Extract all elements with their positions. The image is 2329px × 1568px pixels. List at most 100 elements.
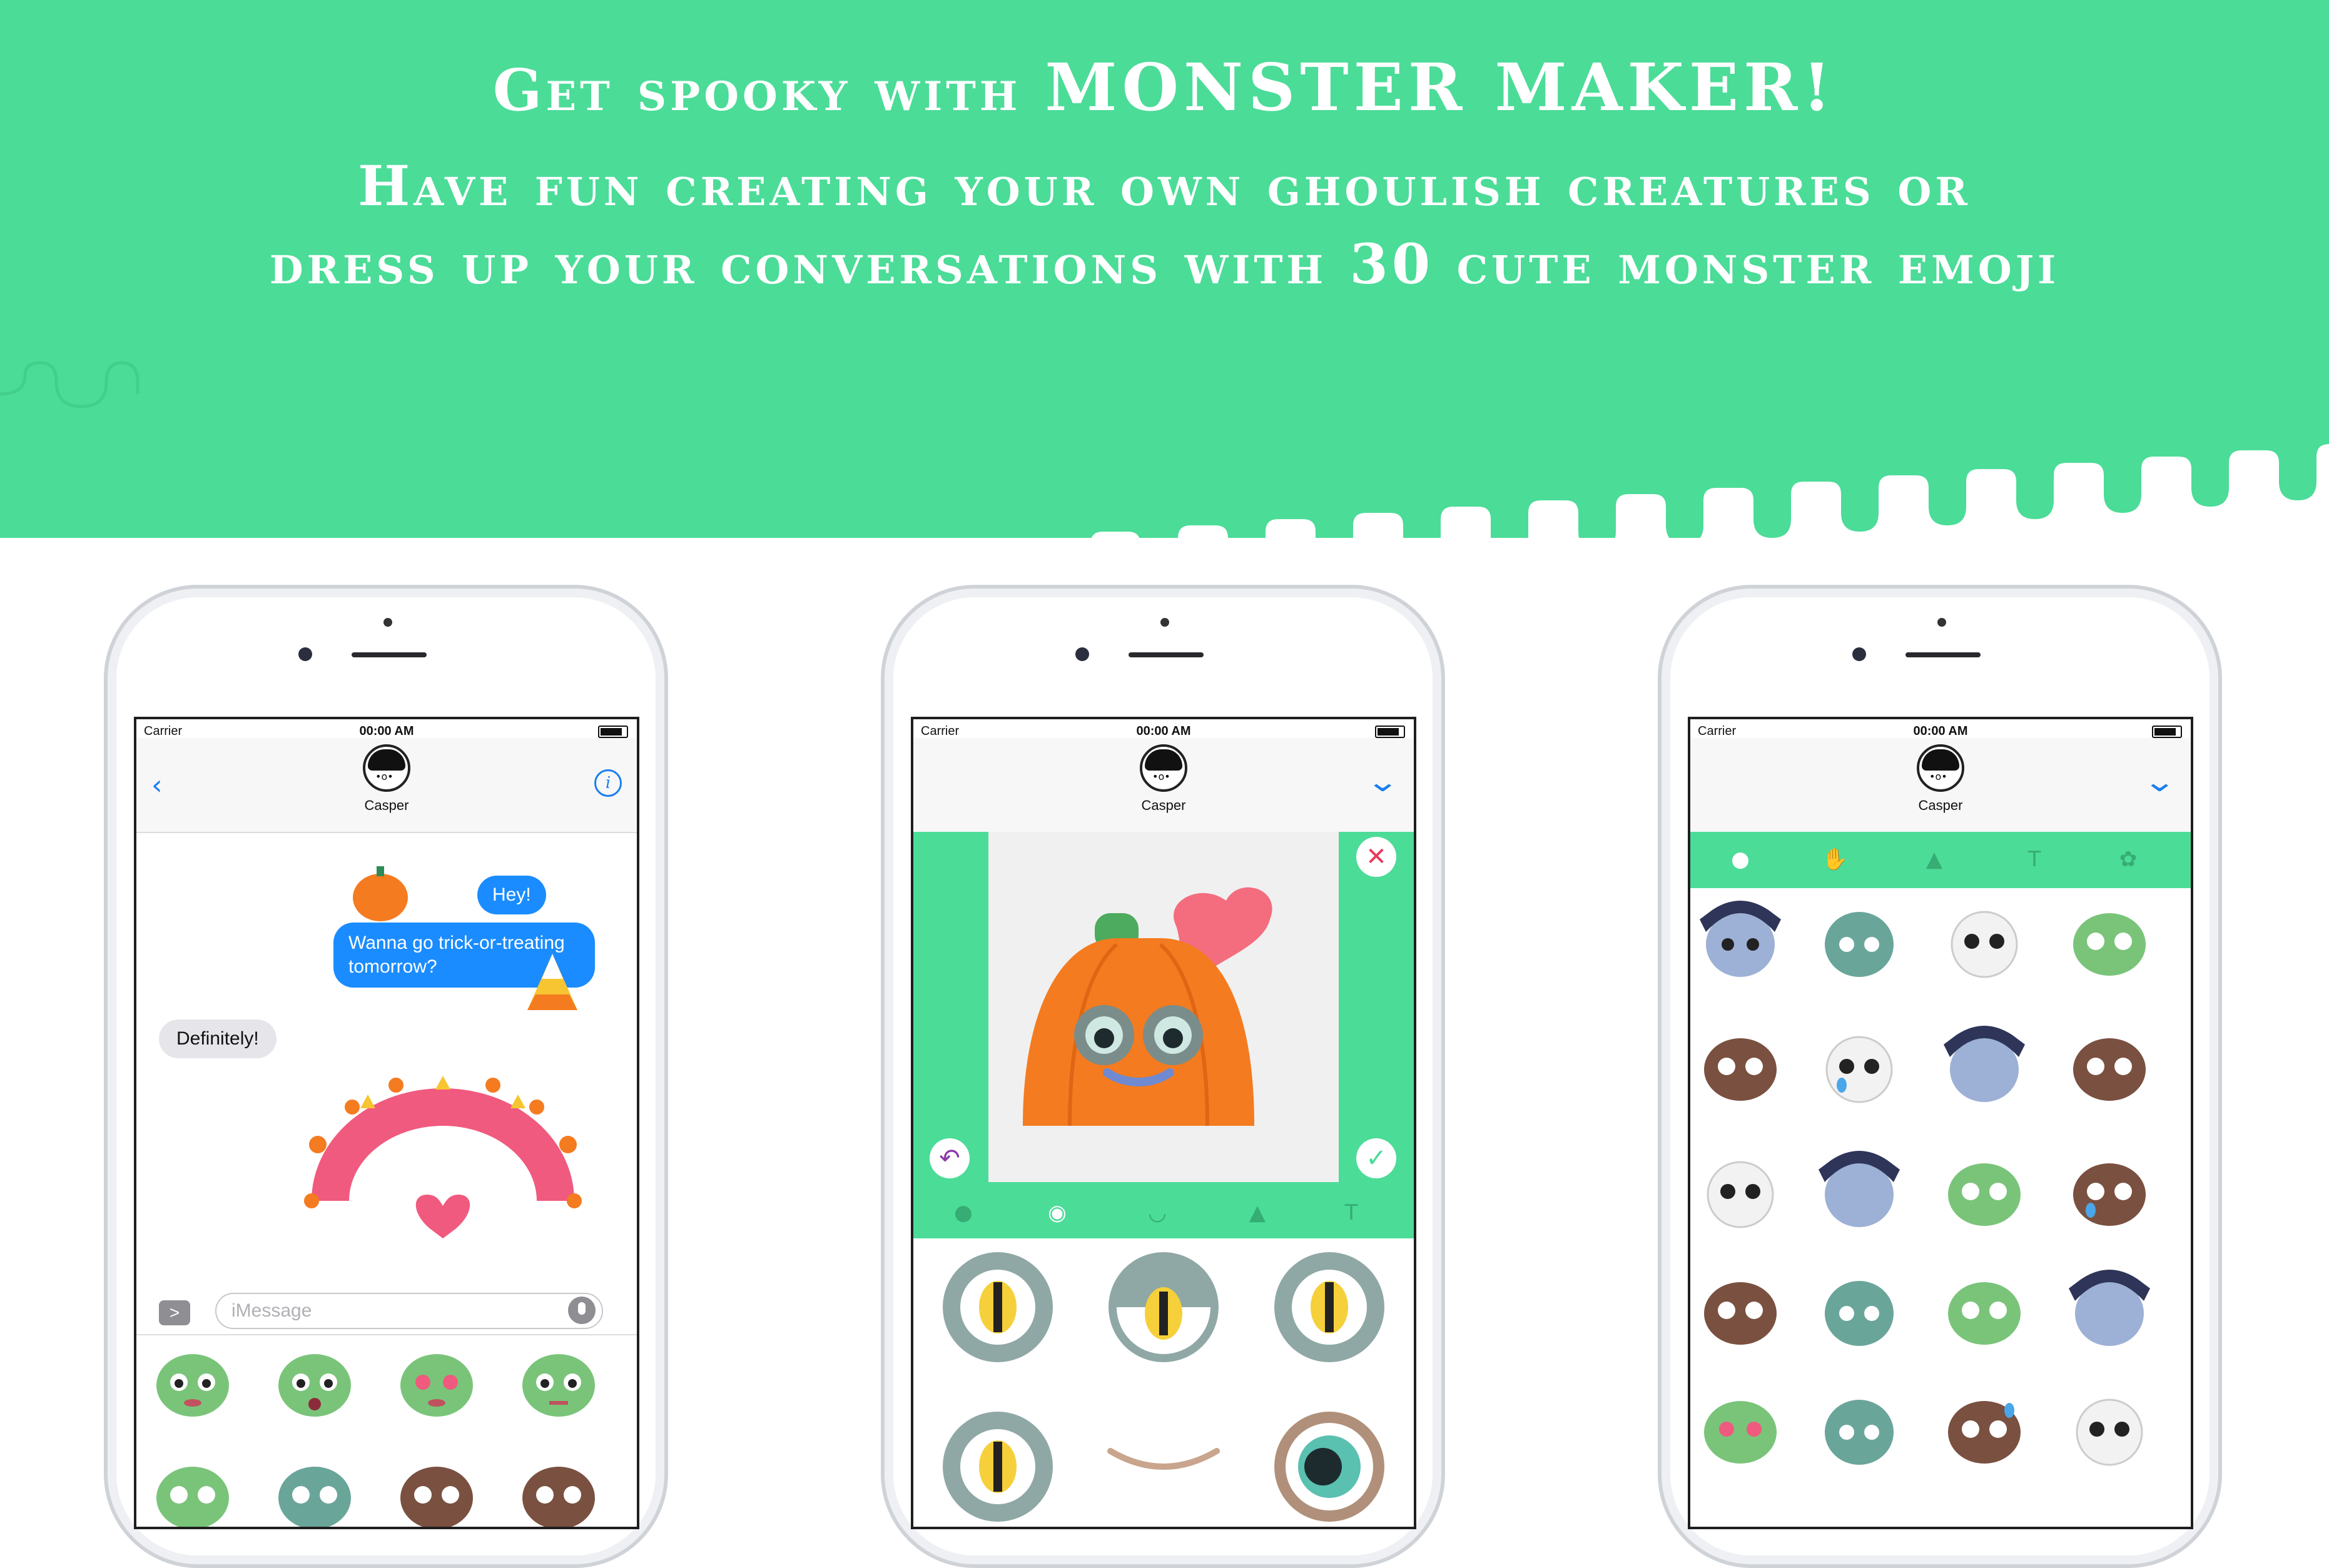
earpiece-speaker [1905, 652, 1981, 657]
sticker-green-monster[interactable] [1941, 1151, 2028, 1232]
category-tab-row: ● ✋ ▲ T ✿ [1690, 838, 2191, 882]
hat-icon[interactable]: ▲ [1922, 847, 1947, 872]
brand-name: MONSTER MAKER! [1045, 49, 1837, 126]
sticker-skull[interactable] [2066, 1388, 2153, 1470]
proximity-sensor [1937, 618, 1946, 627]
editor-screen: Carrier 00:00 AM •o• Casper ⌄ ✕ ↶ ✓ ● ◉ … [911, 717, 1416, 1529]
sticker-green-monster[interactable] [271, 1342, 358, 1423]
category-tabs: ● ✋ ▲ T ✿ [1690, 832, 2191, 888]
contact-name: Casper [1141, 797, 1186, 813]
headline-line1: Get spooky with MONSTER MAKER! [0, 49, 2329, 126]
face-icon[interactable]: ● [951, 1200, 976, 1225]
clock: 00:00 AM [359, 724, 414, 738]
sticker-skull[interactable] [1941, 901, 2028, 982]
avatar-face-icon: •o• [375, 771, 393, 782]
close-icon[interactable]: ✕ [1356, 837, 1396, 877]
part-tabs: ● ◉ ◡ ▲ T [913, 1191, 1414, 1235]
contact-avatar[interactable]: •o• [1140, 744, 1187, 792]
mouth-option[interactable] [1104, 1439, 1223, 1501]
eye-icon[interactable]: ◉ [1045, 1200, 1070, 1225]
front-camera [1852, 647, 1866, 661]
sticker-vampire-girl[interactable] [1815, 1151, 1903, 1232]
microphone-icon[interactable] [568, 1297, 596, 1324]
sticker-werewolf[interactable] [1697, 1026, 1784, 1107]
sticker-vampire-girl[interactable] [1941, 1026, 2028, 1107]
phone-editor: Carrier 00:00 AM •o• Casper ⌄ ✕ ↶ ✓ ● ◉ … [881, 585, 1445, 1568]
pattern-icon[interactable]: ✿ [2116, 847, 2141, 872]
sticker-werewolf-crying[interactable] [2066, 1151, 2153, 1232]
sticker-green-monster[interactable] [1941, 1270, 2028, 1351]
sticker-vampire[interactable] [2066, 1270, 2153, 1351]
eye-options-grid [913, 1238, 1414, 1527]
phone-sticker-browser: Carrier 00:00 AM •o• Casper ⌄ ● ✋ ▲ T ✿ [1658, 585, 2222, 1568]
sticker-skull-crying[interactable] [1815, 1026, 1903, 1107]
back-chevron-icon[interactable]: ‹ [151, 769, 163, 801]
collapse-chevron-icon[interactable]: ⌄ [1366, 764, 1400, 798]
clock: 00:00 AM [1136, 724, 1191, 738]
eye-option[interactable] [938, 1407, 1057, 1526]
sticker-green-monster[interactable] [149, 1342, 236, 1423]
front-camera [1075, 647, 1089, 661]
sticker-medusa[interactable] [1815, 901, 1903, 982]
earpiece-speaker [1129, 652, 1204, 657]
face-icon[interactable]: ● [1728, 847, 1753, 872]
sticker-green-monster[interactable] [149, 1454, 236, 1529]
eye-option[interactable] [1104, 1248, 1223, 1367]
front-camera [298, 647, 312, 661]
undo-icon[interactable]: ↶ [930, 1138, 970, 1178]
status-bar: Carrier 00:00 AM [1690, 719, 2191, 738]
sticker-browser-screen: Carrier 00:00 AM •o• Casper ⌄ ● ✋ ▲ T ✿ [1688, 717, 2193, 1529]
info-icon[interactable]: i [594, 769, 622, 797]
sticker-medusa[interactable] [1815, 1388, 1903, 1470]
battery-icon [2152, 726, 2182, 738]
battery-icon [1375, 726, 1405, 738]
sticker-werewolf[interactable] [1697, 1270, 1784, 1351]
sticker-werewolf-sweat[interactable] [1941, 1388, 2028, 1470]
sticker-vampire-girl[interactable] [1697, 901, 1784, 982]
earpiece-speaker [352, 652, 427, 657]
candy-corn-sticker [527, 954, 577, 1010]
eye-option[interactable] [1270, 1248, 1389, 1367]
monster-preview [1023, 887, 1272, 1126]
sticker-teal-monster[interactable] [271, 1454, 358, 1529]
eye-option[interactable] [1270, 1407, 1389, 1526]
sticker-werewolf[interactable] [2066, 1026, 2153, 1107]
editor-canvas-area: ✕ ↶ ✓ ● ◉ ◡ ▲ T [913, 832, 1414, 1238]
app-drawer-button[interactable]: > [159, 1300, 190, 1325]
eye-option[interactable] [938, 1248, 1057, 1367]
status-bar: Carrier 00:00 AM [136, 719, 637, 738]
sticker-medusa[interactable] [1815, 1270, 1903, 1351]
phone-messages: Carrier 00:00 AM ‹ •o• Casper i Hey! Wan… [104, 585, 668, 1568]
contact-avatar[interactable]: •o• [1917, 744, 1964, 792]
checkmark-icon[interactable]: ✓ [1356, 1138, 1396, 1178]
sticker-green-monster-love[interactable] [1697, 1388, 1784, 1470]
headline-line2: Have fun creating your own ghoulish crea… [358, 153, 1971, 218]
sticker-green-monster[interactable] [515, 1342, 602, 1423]
sticker-werewolf[interactable] [515, 1454, 602, 1529]
collapse-chevron-icon[interactable]: ⌄ [2143, 764, 2177, 798]
message-bubble-sent: Hey! [477, 876, 546, 914]
contact-name: Casper [1918, 797, 1963, 813]
text-icon[interactable]: T [2022, 847, 2047, 872]
contact-name: Casper [364, 797, 409, 813]
conversation-header: ‹ •o• Casper i [136, 738, 637, 833]
message-bubble-received: Definitely! [159, 1019, 277, 1058]
proximity-sensor [383, 618, 392, 627]
hand-icon[interactable]: ✋ [1822, 847, 1848, 872]
text-icon[interactable]: T [1339, 1200, 1364, 1225]
message-input[interactable]: iMessage [215, 1293, 603, 1329]
pumpkin-sticker [353, 866, 408, 921]
status-bar: Carrier 00:00 AM [913, 719, 1414, 738]
slime-drip [0, 350, 2329, 538]
mouth-icon[interactable]: ◡ [1145, 1200, 1170, 1225]
sticker-werewolf[interactable] [393, 1454, 480, 1529]
clock: 00:00 AM [1913, 724, 1968, 738]
sticker-green-monster-love[interactable] [393, 1342, 480, 1423]
sticker-skull[interactable] [1697, 1151, 1784, 1232]
conversation-header: •o• Casper ⌄ [1690, 738, 2191, 833]
monster-canvas[interactable] [988, 832, 1339, 1182]
sticker-green-monster[interactable] [2066, 901, 2153, 982]
contact-avatar[interactable]: •o• [363, 744, 410, 792]
headline-line3: dress up your conversations with 30 cute… [269, 231, 2060, 296]
hat-icon[interactable]: ▲ [1245, 1200, 1270, 1225]
